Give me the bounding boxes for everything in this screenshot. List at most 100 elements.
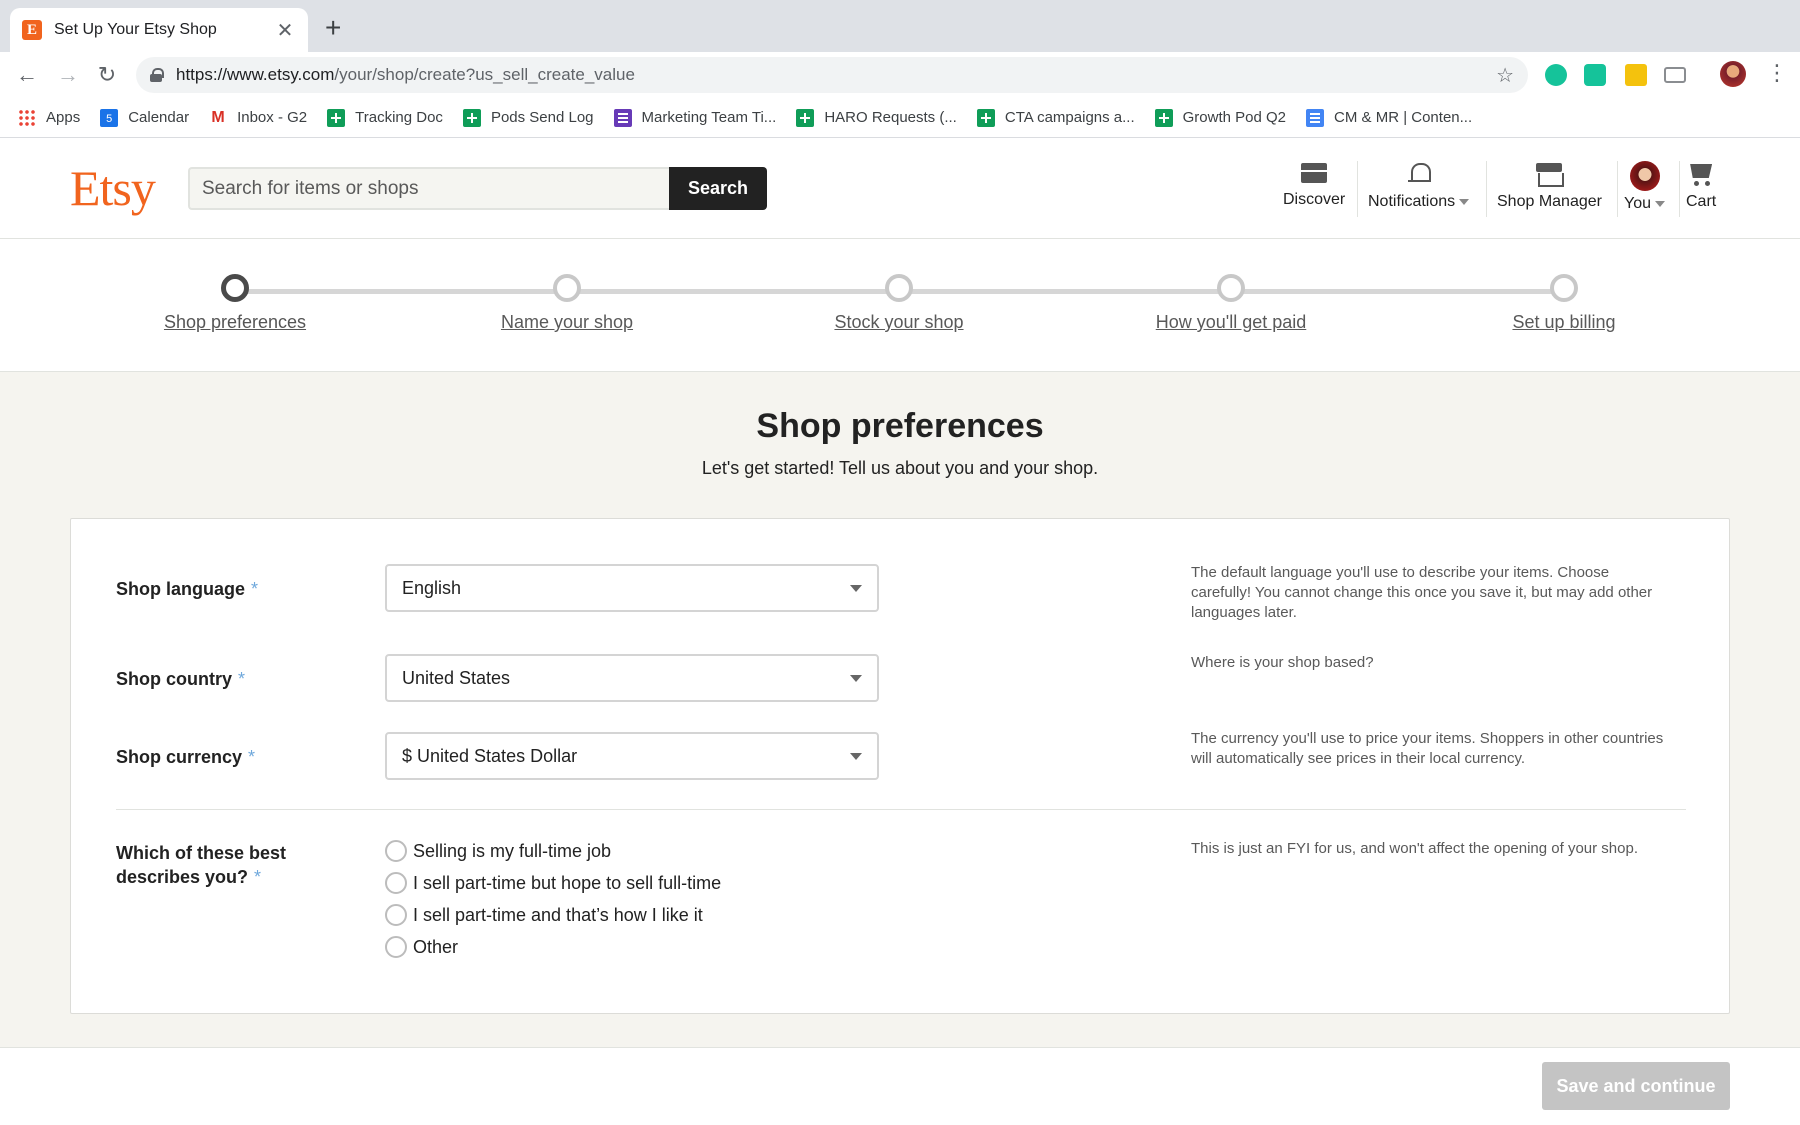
step-name-your-shop[interactable]: Name your shop: [437, 274, 697, 333]
step-set-up-billing[interactable]: Set up billing: [1434, 274, 1694, 333]
profile-avatar[interactable]: [1720, 61, 1746, 87]
chevron-down-icon: [850, 584, 862, 592]
shop-country-label: Shop country *: [116, 669, 246, 689]
forward-arrow-icon[interactable]: →: [53, 60, 83, 90]
radio-option-other[interactable]: Other: [385, 936, 458, 958]
shop-icon: [1535, 161, 1565, 187]
shop-currency-help: The currency you'll use to price your it…: [1191, 730, 1664, 767]
shop-country-select[interactable]: United States: [385, 654, 879, 702]
describes-you-label: Which of these best describes you? *: [116, 843, 287, 887]
footer-action-bar: Save and continue: [0, 1047, 1800, 1125]
search-input[interactable]: [188, 167, 670, 210]
browser-tab[interactable]: E Set Up Your Etsy Shop ✕: [10, 8, 308, 52]
main-content: Shop preferences Let's get started! Tell…: [0, 372, 1800, 1047]
shop-language-label: Shop language *: [116, 579, 259, 599]
bookmark-star-icon[interactable]: ☆: [1496, 63, 1514, 88]
required-marker: *: [254, 867, 262, 887]
radio-button[interactable]: [385, 872, 407, 894]
nav-divider: [1357, 161, 1358, 217]
required-marker: *: [248, 747, 256, 767]
browser-toolbar: ← → ↻ https://www.etsy.com/your/shop/cre…: [0, 52, 1800, 98]
radio-option-full-time[interactable]: Selling is my full-time job: [385, 840, 611, 862]
shop-language-select[interactable]: English: [385, 564, 879, 612]
user-avatar: [1629, 161, 1660, 191]
bookmark-tracking-doc[interactable]: Tracking Doc: [327, 108, 443, 127]
bookmark-inbox[interactable]: M Inbox - G2: [209, 109, 307, 127]
radio-button[interactable]: [385, 840, 407, 862]
discover-icon: [1300, 161, 1328, 185]
bookmarks-bar: Apps 5 Calendar M Inbox - G2 Tracking Doc …: [0, 98, 1800, 138]
bookmark-haro-requests[interactable]: HARO Requests (...: [796, 108, 957, 127]
step-stock-your-shop[interactable]: Stock your shop: [769, 274, 1029, 333]
back-arrow-icon[interactable]: ←: [12, 60, 42, 90]
nav-shop-manager[interactable]: Shop Manager: [1497, 161, 1602, 211]
nav-divider: [1617, 161, 1618, 217]
radio-button[interactable]: [385, 936, 407, 958]
step-dot: [885, 274, 913, 302]
sheets-icon: [462, 108, 481, 127]
grammarly-extension-icon-2[interactable]: [1584, 64, 1606, 86]
shop-currency-select[interactable]: $ United States Dollar: [385, 732, 879, 780]
bookmark-apps[interactable]: Apps: [18, 108, 80, 127]
gmail-icon: M: [211, 108, 225, 126]
required-marker: *: [251, 579, 259, 599]
chevron-down-icon: [850, 674, 862, 682]
page-subtitle: Let's get started! Tell us about you and…: [701, 458, 1099, 478]
radio-option-hope-full-time[interactable]: I sell part-time but hope to sell full-t…: [385, 872, 721, 894]
nav-discover[interactable]: Discover: [1283, 161, 1345, 209]
url-text: https://www.etsy.com/your/shop/create?us…: [176, 65, 635, 84]
page-title: Shop preferences: [756, 407, 1044, 445]
chevron-down-icon: [850, 752, 862, 760]
etsy-favicon-icon: E: [22, 20, 42, 40]
extension-icon[interactable]: [1625, 64, 1647, 86]
reload-icon[interactable]: ↻: [92, 60, 122, 90]
browser-tab-strip: E Set Up Your Etsy Shop ✕ +: [0, 0, 1800, 52]
etsy-logo[interactable]: Etsy: [70, 159, 156, 217]
step-shop-preferences[interactable]: Shop preferences: [105, 274, 365, 333]
save-and-continue-button[interactable]: Save and continue: [1542, 1062, 1730, 1110]
bookmark-cm-mr[interactable]: CM & MR | Conten...: [1306, 108, 1472, 127]
grammarly-extension-icon[interactable]: [1545, 64, 1567, 86]
nav-divider: [1679, 161, 1680, 217]
shop-country-help: Where is your shop based?: [1191, 654, 1374, 671]
lock-icon: [150, 68, 164, 82]
bookmark-marketing-team[interactable]: Marketing Team Ti...: [613, 108, 776, 127]
forms-icon: [613, 108, 632, 127]
close-tab-icon[interactable]: ✕: [274, 18, 296, 43]
describes-you-help: This is just an FYI for us, and won't af…: [1191, 840, 1639, 857]
bookmark-pods-send-log[interactable]: Pods Send Log: [462, 108, 594, 127]
nav-you[interactable]: You: [1624, 161, 1665, 213]
mail-extension-icon[interactable]: [1664, 67, 1686, 83]
radio-button[interactable]: [385, 904, 407, 926]
sheets-icon: [1154, 108, 1173, 127]
bookmark-cta-campaigns[interactable]: CTA campaigns a...: [976, 108, 1135, 127]
sheets-icon: [796, 108, 815, 127]
bookmark-growth-pod[interactable]: Growth Pod Q2: [1154, 108, 1286, 127]
apps-grid-icon: [18, 108, 36, 127]
step-dot: [1217, 274, 1245, 302]
chevron-down-icon: [1459, 198, 1470, 205]
sheets-icon: [976, 108, 995, 127]
docs-icon: [1306, 108, 1325, 127]
more-menu-icon[interactable]: ⋮: [1766, 60, 1788, 86]
shop-language-help: The default language you'll use to descr…: [1191, 564, 1653, 621]
section-divider: [116, 809, 1686, 810]
search-button[interactable]: Search: [669, 167, 767, 210]
step-dot: [553, 274, 581, 302]
site-header: Etsy Search Discover Notifications Shop …: [0, 139, 1800, 239]
step-dot-active: [221, 274, 249, 302]
nav-notifications[interactable]: Notifications: [1368, 161, 1470, 211]
setup-progress: Shop preferences Name your shop Stock yo…: [0, 240, 1800, 372]
step-how-youll-get-paid[interactable]: How you'll get paid: [1101, 274, 1361, 333]
new-tab-icon[interactable]: +: [325, 14, 341, 42]
address-bar[interactable]: https://www.etsy.com/your/shop/create?us…: [136, 57, 1528, 93]
radio-option-part-time[interactable]: I sell part-time and that’s how I like i…: [385, 904, 703, 926]
step-dot: [1550, 274, 1578, 302]
bookmark-calendar[interactable]: 5 Calendar: [100, 108, 189, 127]
cart-icon: [1687, 161, 1715, 187]
tab-title: Set Up Your Etsy Shop: [54, 21, 217, 38]
nav-cart[interactable]: Cart: [1686, 161, 1716, 211]
preferences-form-card: Shop language * English The default langu…: [70, 518, 1730, 1014]
sheets-icon: [327, 108, 346, 127]
bell-icon: [1407, 161, 1431, 187]
